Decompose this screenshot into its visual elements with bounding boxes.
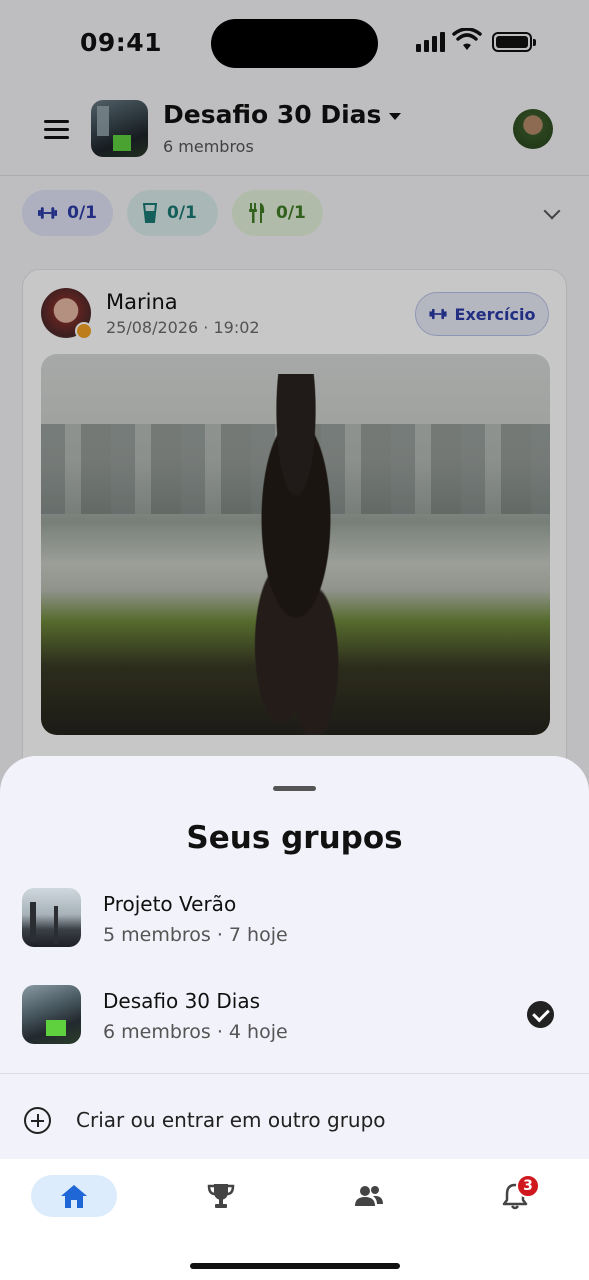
sheet-title: Seus grupos: [186, 820, 403, 856]
create-or-join-group-button[interactable]: Criar ou entrar em outro grupo: [0, 1100, 589, 1144]
group-item-meta: 5 membros · 7 hoje: [103, 924, 288, 946]
tab-home[interactable]: [31, 1175, 117, 1217]
group-item-thumbnail: [22, 985, 81, 1044]
home-icon: [61, 1185, 87, 1208]
create-or-join-label: Criar ou entrar em outro grupo: [76, 1108, 386, 1132]
sheet-divider: [0, 1073, 589, 1074]
selected-check-icon: [527, 1001, 554, 1028]
plus-circle-icon: [24, 1107, 51, 1134]
app-screen: 09:41 Desafio 30 Dias 6 membros 0/1 0/1: [0, 0, 589, 1280]
group-item-projeto-verao[interactable]: Projeto Verão 5 membros · 7 hoje: [0, 888, 589, 984]
tab-ranking[interactable]: [200, 1175, 242, 1217]
sheet-drag-handle[interactable]: [273, 786, 316, 791]
group-item-desafio-30-dias[interactable]: Desafio 30 Dias 6 membros · 4 hoje: [0, 985, 589, 1081]
tab-members[interactable]: [348, 1175, 390, 1217]
home-indicator[interactable]: [190, 1263, 400, 1269]
trophy-icon: [207, 1184, 235, 1208]
notification-count-badge: 3: [516, 1174, 540, 1198]
bottom-tab-bar: 3: [0, 1159, 589, 1280]
group-item-name: Projeto Verão: [103, 892, 237, 916]
group-item-meta: 6 membros · 4 hoje: [103, 1021, 288, 1043]
group-item-name: Desafio 30 Dias: [103, 989, 261, 1013]
group-item-thumbnail: [22, 888, 81, 947]
people-icon: [355, 1186, 383, 1206]
